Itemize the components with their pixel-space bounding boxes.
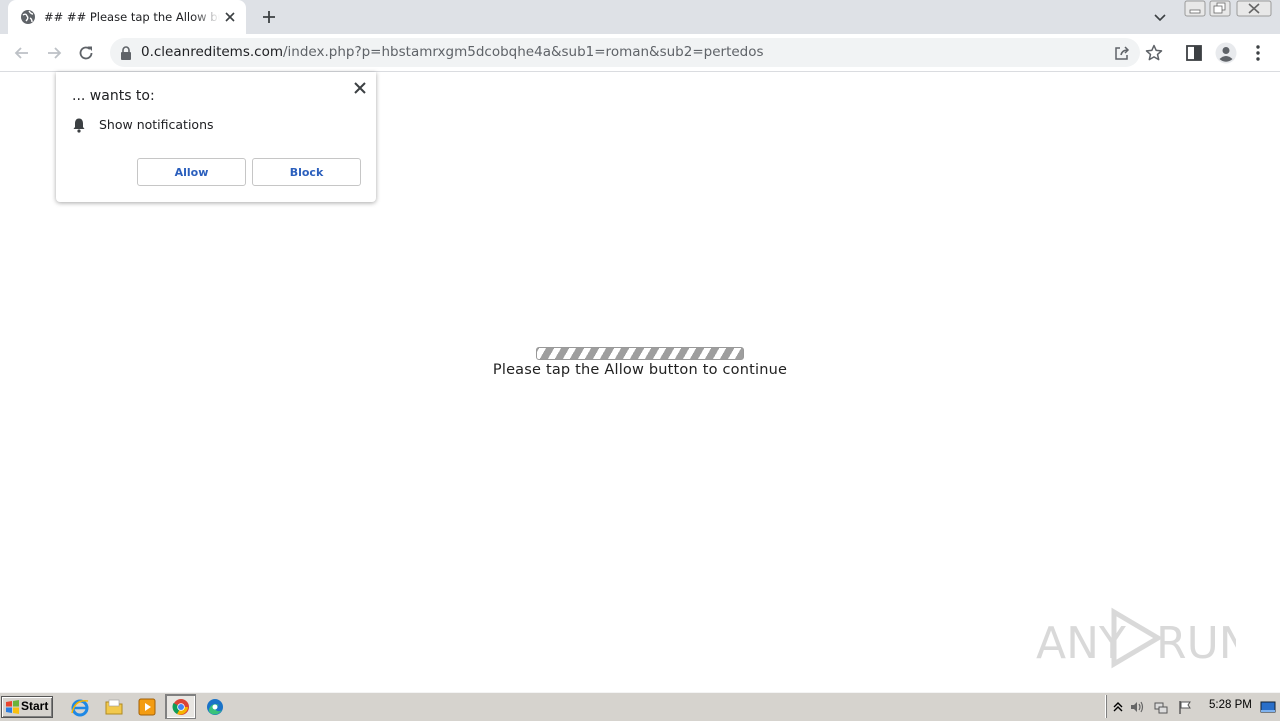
chrome-icon <box>172 699 189 715</box>
taskbar-chrome-button[interactable] <box>165 694 196 719</box>
minimize-icon[interactable] <box>1184 0 1206 18</box>
action-center-flag-icon[interactable] <box>1177 699 1193 715</box>
taskbar: Start 5:28 PM <box>0 692 1280 721</box>
close-tab-icon[interactable] <box>222 9 238 25</box>
system-tray: 5:28 PM <box>1106 695 1279 718</box>
internet-explorer-icon[interactable] <box>69 696 91 718</box>
chevron-down-icon[interactable] <box>1152 9 1168 25</box>
volume-icon[interactable] <box>1129 699 1145 715</box>
tab-strip: ## ## Please tap the Allow button to con… <box>0 0 1280 34</box>
reload-icon[interactable] <box>76 43 96 63</box>
show-desktop-icon[interactable] <box>1260 699 1276 715</box>
restore-icon[interactable] <box>1209 0 1231 18</box>
side-panel-icon[interactable] <box>1184 43 1204 63</box>
kebab-menu-icon[interactable] <box>1248 43 1268 63</box>
network-icon[interactable] <box>1153 699 1169 715</box>
media-player-icon[interactable] <box>136 696 158 718</box>
browser-tab[interactable]: ## ## Please tap the Allow button to con… <box>8 0 246 34</box>
windows-flag-icon <box>6 700 19 714</box>
anyrun-watermark: ANY RUN <box>1036 607 1236 669</box>
browser-toolbar: 0.cleanreditems.com/index.php?p=hbstamrx… <box>0 34 1280 72</box>
start-label: Start <box>21 699 49 713</box>
folder-icon[interactable] <box>103 696 125 718</box>
prompt-origin: ... wants to: <box>72 88 155 104</box>
bell-icon <box>73 118 85 133</box>
progress-bar <box>536 347 744 360</box>
close-icon[interactable] <box>353 81 367 95</box>
edge-icon[interactable] <box>204 696 226 718</box>
block-button[interactable]: Block <box>252 158 361 186</box>
clock[interactable]: 5:28 PM <box>1209 699 1252 711</box>
page-message: Please tap the Allow button to continue <box>492 362 788 378</box>
url-path: /index.php?p=hbstamrxgm5dcobqhe4a&sub1=r… <box>282 44 764 60</box>
profile-icon[interactable] <box>1215 42 1237 64</box>
arrow-left-icon[interactable] <box>12 43 32 63</box>
globe-icon <box>21 10 35 24</box>
star-icon[interactable] <box>1144 43 1164 63</box>
watermark-run: RUN <box>1156 618 1236 669</box>
share-icon[interactable] <box>1113 44 1131 62</box>
allow-button[interactable]: Allow <box>137 158 246 186</box>
url-text[interactable]: 0.cleanreditems.com/index.php?p=hbstamrx… <box>141 44 764 61</box>
url-host: 0.cleanreditems.com <box>141 44 283 60</box>
prompt-request: Show notifications <box>99 117 214 132</box>
permission-prompt: ... wants to: Show notifications Allow B… <box>56 72 376 202</box>
tab-title: ## ## Please tap the Allow button to con… <box>44 10 220 24</box>
lock-icon[interactable] <box>120 46 132 60</box>
start-button[interactable]: Start <box>1 696 53 718</box>
arrow-right-icon[interactable] <box>44 43 64 63</box>
new-tab-icon[interactable] <box>260 8 278 26</box>
close-window-icon[interactable] <box>1236 0 1272 18</box>
show-hidden-icons-icon[interactable] <box>1110 699 1126 715</box>
address-bar[interactable]: 0.cleanreditems.com/index.php?p=hbstamrx… <box>110 38 1140 67</box>
